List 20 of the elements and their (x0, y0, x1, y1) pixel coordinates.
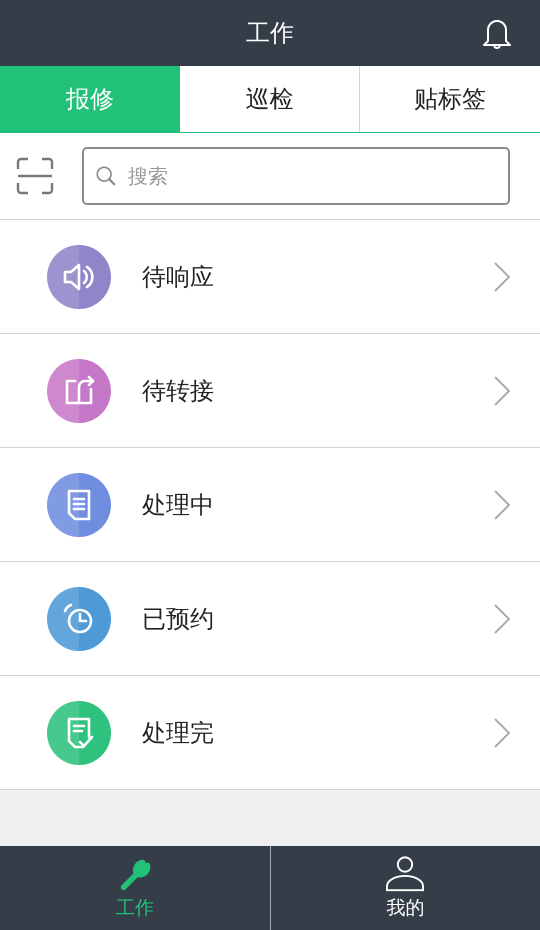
chevron-right-icon (492, 488, 512, 520)
item-label: 处理中 (142, 490, 215, 520)
list-item[interactable]: 待响应 (0, 220, 540, 334)
list-item[interactable]: 已预约 (0, 562, 540, 676)
scan-icon[interactable] (16, 157, 54, 195)
chevron-right-icon (492, 374, 512, 406)
list-item[interactable]: 处理完 (0, 676, 540, 790)
list-item[interactable]: 待转接 (0, 334, 540, 448)
chevron-right-icon (492, 602, 512, 634)
item-label: 待转接 (142, 376, 215, 406)
chevron-right-icon (492, 260, 512, 292)
item-label: 已预约 (142, 604, 215, 634)
nav-tab[interactable]: 工作 (0, 846, 270, 930)
item-label: 处理完 (142, 718, 215, 748)
search-field[interactable]: 搜索 (82, 147, 510, 205)
list-item[interactable]: 处理中 (0, 448, 540, 562)
item-label: 待响应 (142, 262, 215, 292)
page-title: 工作 (246, 18, 294, 49)
chevron-right-icon (492, 716, 512, 748)
nav-tab[interactable]: 我的 (270, 846, 540, 930)
